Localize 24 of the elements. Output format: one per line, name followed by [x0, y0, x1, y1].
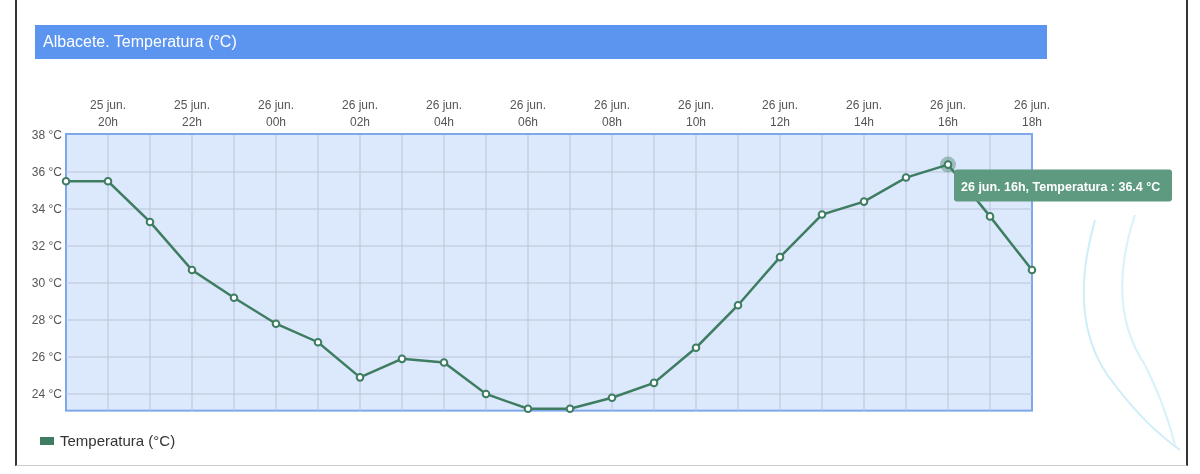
- x-axis-label: 26 jun. 16h: [930, 98, 966, 129]
- x-axis-label: 26 jun. 18h: [1014, 98, 1050, 129]
- x-axis-label: 25 jun. 20h: [90, 98, 126, 129]
- annotation: 26 jun. 16h, Temperatura : 36.4 °C: [961, 179, 1161, 194]
- tooltip: 26 jun. 16h, Temperatura : 36.4 °C: [954, 169, 1172, 202]
- x-axis-label: 25 jun. 22h: [174, 98, 210, 129]
- x-axis-label: 26 jun. 12h: [762, 98, 798, 129]
- y-axis-label: 24 °C: [31, 387, 62, 401]
- y-axis-label: 28 °C: [31, 313, 62, 327]
- y-axis-label: 36 °C: [31, 165, 62, 179]
- x-axis-label: 26 jun. 02h: [342, 98, 378, 129]
- x-axis-label: 26 jun. 06h: [510, 98, 546, 129]
- x-axis-label: 26 jun. 00h: [258, 98, 294, 129]
- chart-title: Albacete. Temperatura (°C): [35, 25, 1047, 59]
- x-axis-label: 26 jun. 04h: [426, 98, 462, 129]
- x-axis-label: 26 jun. 14h: [846, 98, 882, 129]
- y-axis-label: 34 °C: [31, 202, 62, 216]
- x-axis-label: 26 jun. 08h: [594, 98, 630, 129]
- y-axis-label: 30 °C: [31, 276, 62, 290]
- legend-label[interactable]: Temperatura (°C): [60, 432, 176, 449]
- y-axis-label: 32 °C: [31, 239, 62, 253]
- x-axis-label: 26 jun. 10h: [678, 98, 714, 129]
- y-axis-label: 26 °C: [31, 350, 62, 364]
- y-axis-label: 38 °C: [31, 128, 62, 142]
